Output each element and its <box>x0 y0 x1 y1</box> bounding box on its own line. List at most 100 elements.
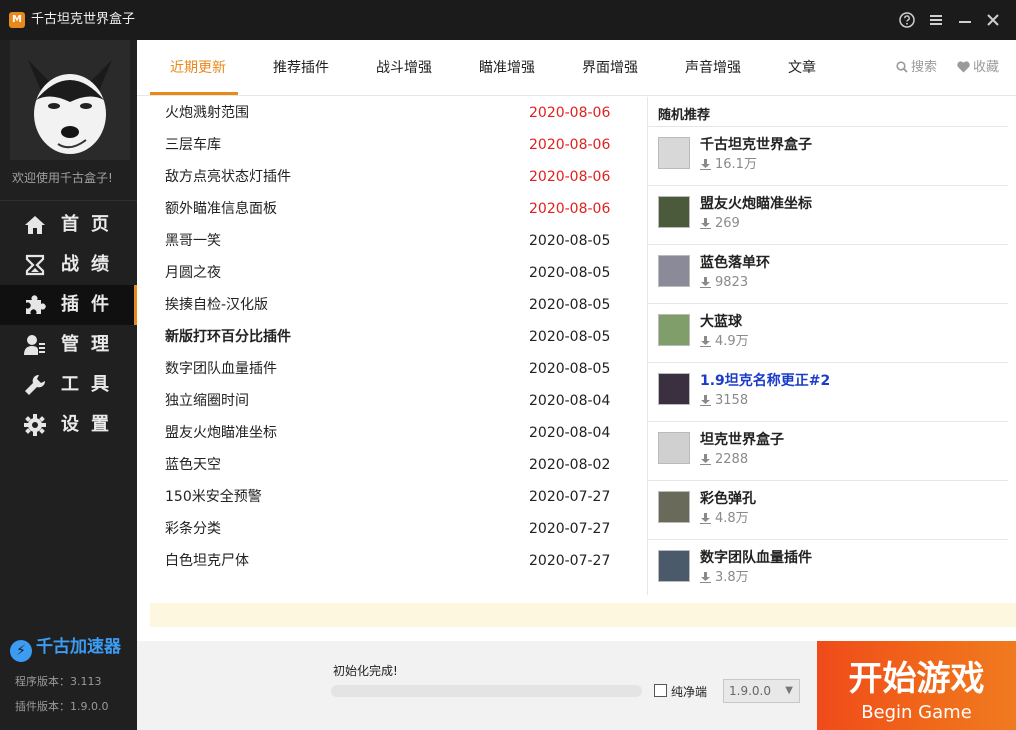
search-icon <box>896 61 908 73</box>
sidebar-item-label: 设置 <box>61 414 121 435</box>
plugin-name[interactable]: 盟友火炮瞄准坐标 <box>165 424 277 442</box>
download-icon <box>700 513 711 524</box>
plugin-name[interactable]: 挨揍自检-汉化版 <box>165 296 268 314</box>
tab-sound[interactable]: 声音增强 <box>685 59 741 77</box>
recommend-name[interactable]: 1.9坦克名称更正#2 <box>700 372 830 390</box>
list-item[interactable]: 敌方点亮状态灯插件 2020-08-06 <box>137 161 647 193</box>
sidebar-item-home[interactable]: 首页 <box>0 205 137 245</box>
plugin-thumbnail <box>658 491 690 523</box>
help-icon[interactable] <box>897 10 917 30</box>
download-icon <box>700 572 711 583</box>
tab-articles[interactable]: 文章 <box>788 59 816 77</box>
recommend-name[interactable]: 坦克世界盒子 <box>700 431 784 449</box>
start-game-sublabel: Begin Game <box>861 702 972 723</box>
search-button[interactable]: 搜索 <box>896 59 937 77</box>
plugin-name[interactable]: 火炮溅射范围 <box>165 104 249 122</box>
plugin-name[interactable]: 彩条分类 <box>165 520 221 538</box>
list-item[interactable]: 额外瞄准信息面板 2020-08-06 <box>137 193 647 225</box>
sidebar-item-tools[interactable]: 工具 <box>0 365 137 405</box>
list-item[interactable]: 数字团队血量插件 2020-08-05 <box>137 353 647 385</box>
plugin-name[interactable]: 新版打环百分比插件 <box>165 328 291 346</box>
hourglass-icon <box>25 254 45 276</box>
download-icon <box>700 159 711 170</box>
list-item[interactable]: 150米安全预警 2020-07-27 <box>137 481 647 513</box>
plugin-name[interactable]: 白色坦克尸体 <box>165 552 249 570</box>
recommend-name[interactable]: 蓝色落单环 <box>700 254 770 272</box>
recommend-name[interactable]: 大蓝球 <box>700 313 742 331</box>
download-value: 3158 <box>715 393 749 408</box>
sidebar-item-plugins[interactable]: 插件 <box>0 285 137 325</box>
list-item[interactable]: 新版打环百分比插件 2020-08-05 <box>137 321 647 353</box>
tab-combat[interactable]: 战斗增强 <box>376 59 432 77</box>
sidebar-item-manage[interactable]: 管理 <box>0 325 137 365</box>
list-item[interactable]: 三层车库 2020-08-06 <box>137 129 647 161</box>
plugin-thumbnail <box>658 196 690 228</box>
list-item[interactable]: 挨揍自检-汉化版 2020-08-05 <box>137 289 647 321</box>
sidebar-item-settings[interactable]: 设置 <box>0 405 137 445</box>
download-value: 269 <box>715 216 740 231</box>
download-count: 4.9万 <box>700 333 749 351</box>
start-game-button[interactable]: 开始游戏 Begin Game <box>817 641 1016 730</box>
plugin-name[interactable]: 月圆之夜 <box>165 264 221 282</box>
avatar[interactable] <box>10 40 130 160</box>
sidebar-item-label: 管理 <box>61 334 121 355</box>
list-item[interactable]: 黑哥一笑 2020-08-05 <box>137 225 647 257</box>
plugin-date: 2020-08-04 <box>529 393 611 409</box>
list-item[interactable]: 彩条分类 2020-07-27 <box>137 513 647 545</box>
recommend-item[interactable]: 1.9坦克名称更正#2 3158 <box>648 363 1008 421</box>
version-select[interactable]: 1.9.0.0 ▼ <box>723 679 800 703</box>
recommend-item[interactable]: 坦克世界盒子 2288 <box>648 422 1008 480</box>
download-value: 9823 <box>715 275 749 290</box>
accelerator-link[interactable]: ⚡ 千古加速器 <box>10 632 121 662</box>
chevron-down-icon: ▼ <box>785 685 793 696</box>
list-item[interactable]: 盟友火炮瞄准坐标 2020-08-04 <box>137 417 647 449</box>
recommend-name[interactable]: 千古坦克世界盒子 <box>700 136 812 154</box>
list-item[interactable]: 月圆之夜 2020-08-05 <box>137 257 647 289</box>
plugin-thumbnail <box>658 314 690 346</box>
gear-icon <box>24 414 46 436</box>
download-count: 2288 <box>700 451 748 469</box>
recommend-item[interactable]: 千古坦克世界盒子 16.1万 <box>648 127 1008 185</box>
welcome-text: 欢迎使用千古盒子! <box>12 171 113 185</box>
download-value: 3.8万 <box>715 570 749 585</box>
recommend-item[interactable]: 盟友火炮瞄准坐标 269 <box>648 186 1008 244</box>
tab-recommended[interactable]: 推荐插件 <box>273 59 329 77</box>
plugin-name[interactable]: 150米安全预警 <box>165 488 262 506</box>
sidebar-item-stats[interactable]: 战绩 <box>0 245 137 285</box>
random-recommend-panel: 随机推荐 千古坦克世界盒子 16.1万 盟友火炮瞄准坐标 269 蓝色落单环 9… <box>648 97 1016 595</box>
tab-aiming[interactable]: 瞄准增强 <box>479 59 535 77</box>
menu-icon[interactable] <box>926 10 946 30</box>
plugin-date: 2020-08-05 <box>529 265 611 281</box>
recommend-item[interactable]: 彩色弹孔 4.8万 <box>648 481 1008 539</box>
plugin-name[interactable]: 独立缩圈时间 <box>165 392 249 410</box>
plugin-name[interactable]: 数字团队血量插件 <box>165 360 277 378</box>
favorites-button[interactable]: 收藏 <box>957 59 999 77</box>
accelerator-label: 千古加速器 <box>36 637 121 657</box>
clean-client-label[interactable]: 纯净端 <box>671 683 707 700</box>
close-icon[interactable] <box>983 10 1003 30</box>
recommend-name[interactable]: 盟友火炮瞄准坐标 <box>700 195 812 213</box>
recommend-item[interactable]: 大蓝球 4.9万 <box>648 304 1008 362</box>
plugin-name[interactable]: 三层车库 <box>165 136 221 154</box>
list-item[interactable]: 独立缩圈时间 2020-08-04 <box>137 385 647 417</box>
puzzle-icon <box>26 295 46 314</box>
list-item[interactable]: 白色坦克尸体 2020-07-27 <box>137 545 647 577</box>
minimize-icon[interactable] <box>955 10 975 30</box>
list-item[interactable]: 火炮溅射范围 2020-08-06 <box>137 97 647 129</box>
recommend-item[interactable]: 蓝色落单环 9823 <box>648 245 1008 303</box>
list-item[interactable]: 蓝色天空 2020-08-02 <box>137 449 647 481</box>
download-icon <box>700 454 711 465</box>
plugin-name[interactable]: 敌方点亮状态灯插件 <box>165 168 291 186</box>
tab-interface[interactable]: 界面增强 <box>582 59 638 77</box>
plugin-name[interactable]: 蓝色天空 <box>165 456 221 474</box>
recommend-name[interactable]: 彩色弹孔 <box>700 490 756 508</box>
clean-client-checkbox[interactable] <box>654 684 667 697</box>
recommend-item[interactable]: 数字团队血量插件 3.8万 <box>648 540 1008 598</box>
recommend-name[interactable]: 数字团队血量插件 <box>700 549 812 567</box>
plugin-name[interactable]: 额外瞄准信息面板 <box>165 200 277 218</box>
status-text: 初始化完成! <box>333 664 398 678</box>
sidebar-item-label: 首页 <box>61 214 121 235</box>
plugin-name[interactable]: 黑哥一笑 <box>165 232 221 250</box>
plugin-date: 2020-08-05 <box>529 361 611 377</box>
tab-recent[interactable]: 近期更新 <box>170 59 226 77</box>
